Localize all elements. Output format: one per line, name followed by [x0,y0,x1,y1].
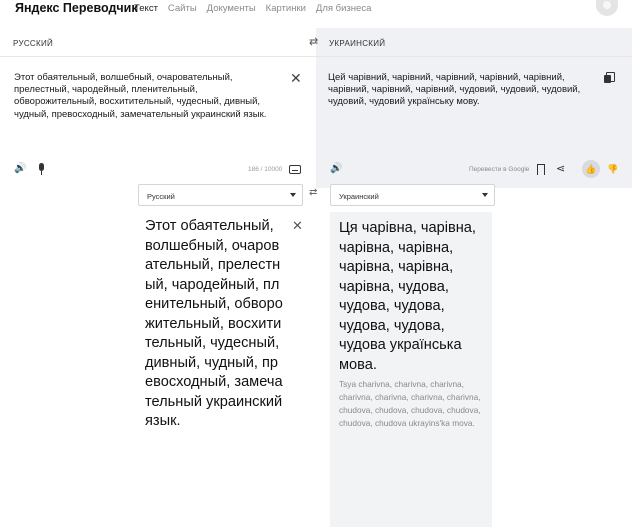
swap-arrows-icon[interactable]: ⇄ [309,35,318,48]
logo[interactable]: Яндекс Переводчик [15,1,138,15]
target-language-label[interactable]: УКРАИНСКИЙ [329,39,385,48]
source-select-value: Русский [147,192,175,201]
speaker-icon[interactable]: 🔊 [14,163,26,174]
transliteration: Tsya charivna, charivna, charivna, chari… [339,379,481,428]
divider [0,56,632,57]
thumbs-up-icon[interactable]: 👍 [582,160,600,178]
source-text-input[interactable]: Этот обаятельный, волшебный, очарователь… [145,217,285,432]
main-nav: Текст Сайты Документы Картинки Для бизне… [134,3,371,14]
char-counter: 186 / 10000 [248,166,283,173]
thumbs-down-icon[interactable]: 👎 [604,160,622,178]
source-language-select[interactable]: Русский [138,184,303,206]
nav-item-business[interactable]: Для бизнеса [316,3,371,14]
translate-with-google-link[interactable]: Перевести в Google [469,166,529,173]
microphone-icon[interactable] [37,163,45,175]
avatar[interactable] [596,0,618,16]
close-icon[interactable]: ✕ [290,71,302,85]
nav-item-text[interactable]: Текст [134,3,158,14]
target-language-select[interactable]: Украинский [330,184,495,206]
target-speaker-icon[interactable]: 🔊 [330,163,342,174]
keyboard-icon[interactable] [289,165,301,174]
source-text-input[interactable]: Этот обаятельный, волшебный, очарователь… [14,72,280,121]
top-bar: Яндекс Переводчик Текст Сайты Документы … [0,0,640,20]
nav-item-sites[interactable]: Сайты [168,3,197,14]
copy-icon[interactable] [604,72,615,83]
close-icon[interactable]: ✕ [292,218,303,234]
translation-output: Цей чарівний, чарівний, чарівний, чарівн… [328,72,581,108]
translation-output: Ця чарівна, чарівна, чарівна, чарівна, ч… [339,220,476,373]
target-select-value: Украинский [339,192,379,201]
source-language-label[interactable]: РУССКИЙ [13,39,53,48]
bookmark-icon[interactable] [537,164,545,175]
swap-arrows-icon[interactable]: ⇄ [309,187,317,198]
share-icon[interactable]: ⋖ [556,162,565,175]
chevron-down-icon [290,193,296,197]
nav-item-documents[interactable]: Документы [207,3,256,14]
nav-item-images[interactable]: Картинки [266,3,306,14]
chevron-down-icon [482,193,488,197]
